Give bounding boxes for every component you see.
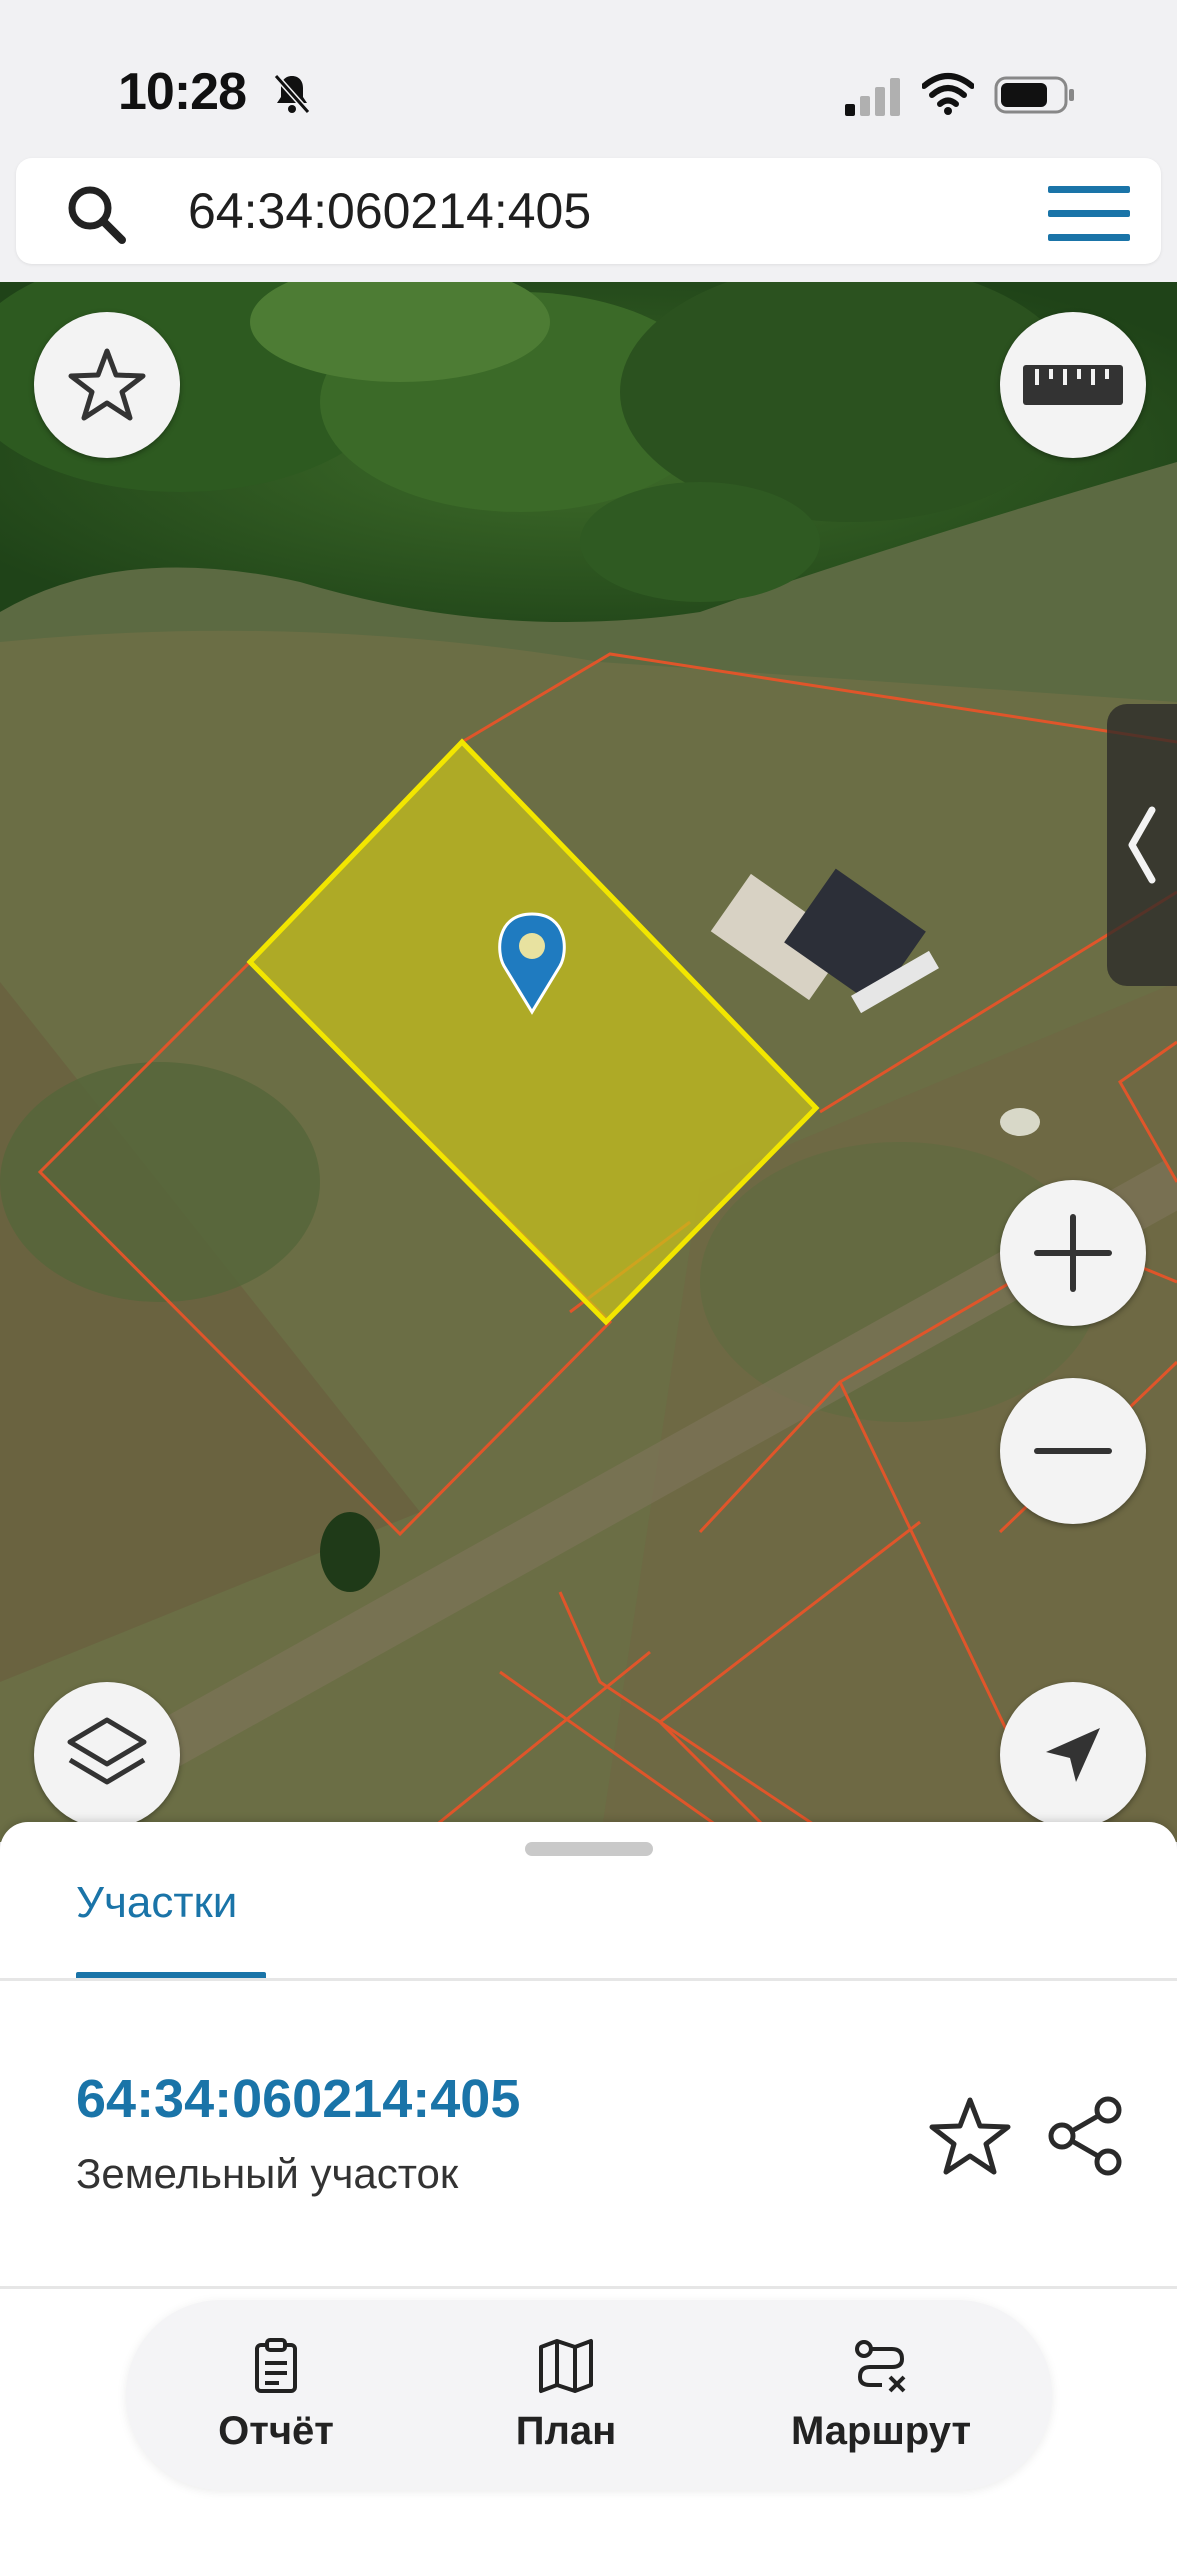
plus-icon <box>1034 1214 1112 1292</box>
search-bar[interactable]: 64:34:060214:405 <box>16 158 1161 264</box>
menu-icon[interactable] <box>1046 184 1132 244</box>
cellular-signal-icon <box>845 78 900 116</box>
bell-muted-icon <box>273 74 311 114</box>
search-input[interactable]: 64:34:060214:405 <box>188 182 591 240</box>
route-label: Маршрут <box>790 2408 972 2453</box>
minus-icon <box>1034 1448 1112 1454</box>
report-label: Отчёт <box>218 2408 334 2453</box>
chevron-left-icon <box>1128 806 1156 884</box>
zoom-out-button[interactable] <box>1000 1378 1146 1524</box>
ruler-icon <box>1023 365 1123 405</box>
star-icon <box>68 348 146 421</box>
clipboard-icon <box>255 2337 297 2393</box>
map-view[interactable] <box>0 282 1177 1842</box>
my-location-button[interactable] <box>1000 1682 1146 1828</box>
favorite-map-button[interactable] <box>34 312 180 458</box>
parcel-type-label: Земельный участок <box>76 2150 459 2197</box>
zoom-in-button[interactable] <box>1000 1180 1146 1326</box>
plan-button[interactable]: План <box>476 2300 656 2490</box>
sheet-grabber[interactable] <box>525 1842 653 1856</box>
side-panel-tab[interactable] <box>1107 704 1177 986</box>
wifi-icon <box>922 73 974 115</box>
route-icon <box>855 2339 906 2392</box>
app-screen: 10:28 64:34:060214:405 Участки 64:34:060… <box>0 0 1177 2560</box>
share-icon[interactable] <box>1044 2094 1128 2178</box>
star-icon[interactable] <box>928 2094 1012 2178</box>
parcel-number-link[interactable]: 64:34:060214:405 <box>76 2068 520 2130</box>
divider <box>0 1978 1177 1981</box>
satellite-map[interactable] <box>0 282 1177 1842</box>
plan-label: План <box>515 2408 617 2453</box>
navigation-arrow-icon <box>1046 1728 1100 1782</box>
ruler-button[interactable] <box>1000 312 1146 458</box>
map-icon <box>539 2338 593 2393</box>
layers-icon <box>67 1717 147 1785</box>
report-button[interactable]: Отчёт <box>186 2300 366 2490</box>
route-button[interactable]: Маршрут <box>756 2300 1006 2490</box>
status-bar: 10:28 <box>0 0 1177 150</box>
divider <box>0 2286 1177 2289</box>
action-bar: Отчёт План Маршрут <box>126 2300 1052 2490</box>
search-icon[interactable] <box>60 178 132 250</box>
battery-icon <box>994 76 1074 114</box>
tab-parcels[interactable]: Участки <box>76 1878 237 1928</box>
status-time: 10:28 <box>118 63 247 121</box>
layers-button[interactable] <box>34 1682 180 1828</box>
